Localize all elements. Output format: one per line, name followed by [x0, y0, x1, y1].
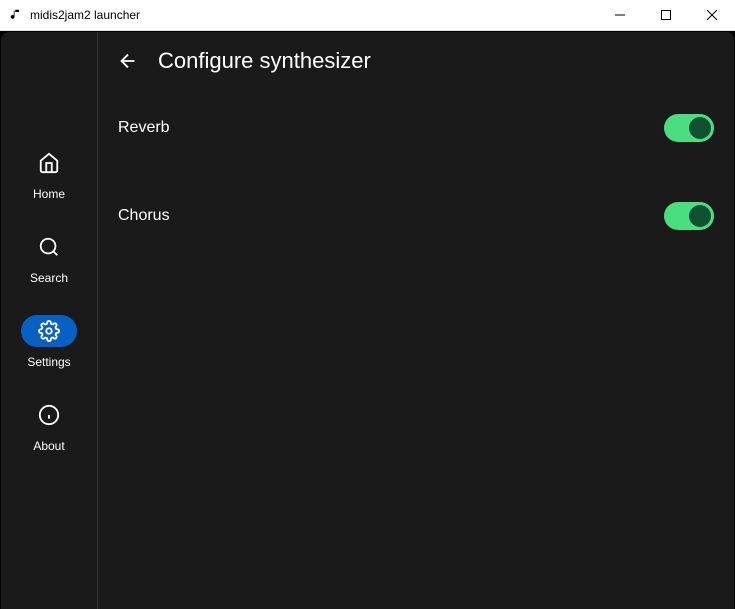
- gear-icon: [38, 320, 60, 342]
- reverb-label: Reverb: [118, 119, 170, 137]
- sidebar-item-home[interactable]: Home: [1, 147, 97, 201]
- app-body: Home Search Settings Ab: [1, 32, 734, 609]
- toggle-knob: [689, 205, 711, 227]
- setting-row-chorus: Chorus: [116, 202, 716, 230]
- home-icon: [38, 152, 60, 174]
- sidebar-label-about: About: [33, 439, 64, 453]
- window-controls: [597, 0, 735, 30]
- sidebar-label-search: Search: [30, 271, 68, 285]
- titlebar-left: midis2jam2 launcher: [8, 7, 140, 23]
- back-button[interactable]: [116, 49, 140, 73]
- chorus-toggle[interactable]: [664, 202, 714, 230]
- main-content: Configure synthesizer Reverb Chorus: [98, 32, 734, 609]
- app-icon: [8, 7, 24, 23]
- toggle-knob: [689, 117, 711, 139]
- reverb-toggle[interactable]: [664, 114, 714, 142]
- sidebar: Home Search Settings Ab: [1, 32, 98, 609]
- sidebar-label-settings: Settings: [27, 355, 70, 369]
- sidebar-label-home: Home: [33, 187, 65, 201]
- close-button[interactable]: [689, 0, 735, 30]
- info-icon: [38, 404, 60, 426]
- window-title: midis2jam2 launcher: [30, 8, 140, 22]
- page-title: Configure synthesizer: [158, 48, 371, 74]
- search-icon: [38, 236, 60, 258]
- sidebar-item-search[interactable]: Search: [1, 231, 97, 285]
- setting-row-reverb: Reverb: [116, 114, 716, 142]
- titlebar: midis2jam2 launcher: [0, 0, 735, 31]
- maximize-button[interactable]: [643, 0, 689, 30]
- sidebar-item-settings[interactable]: Settings: [1, 315, 97, 369]
- minimize-button[interactable]: [597, 0, 643, 30]
- chorus-label: Chorus: [118, 207, 170, 225]
- page-header: Configure synthesizer: [116, 48, 716, 74]
- sidebar-item-about[interactable]: About: [1, 399, 97, 453]
